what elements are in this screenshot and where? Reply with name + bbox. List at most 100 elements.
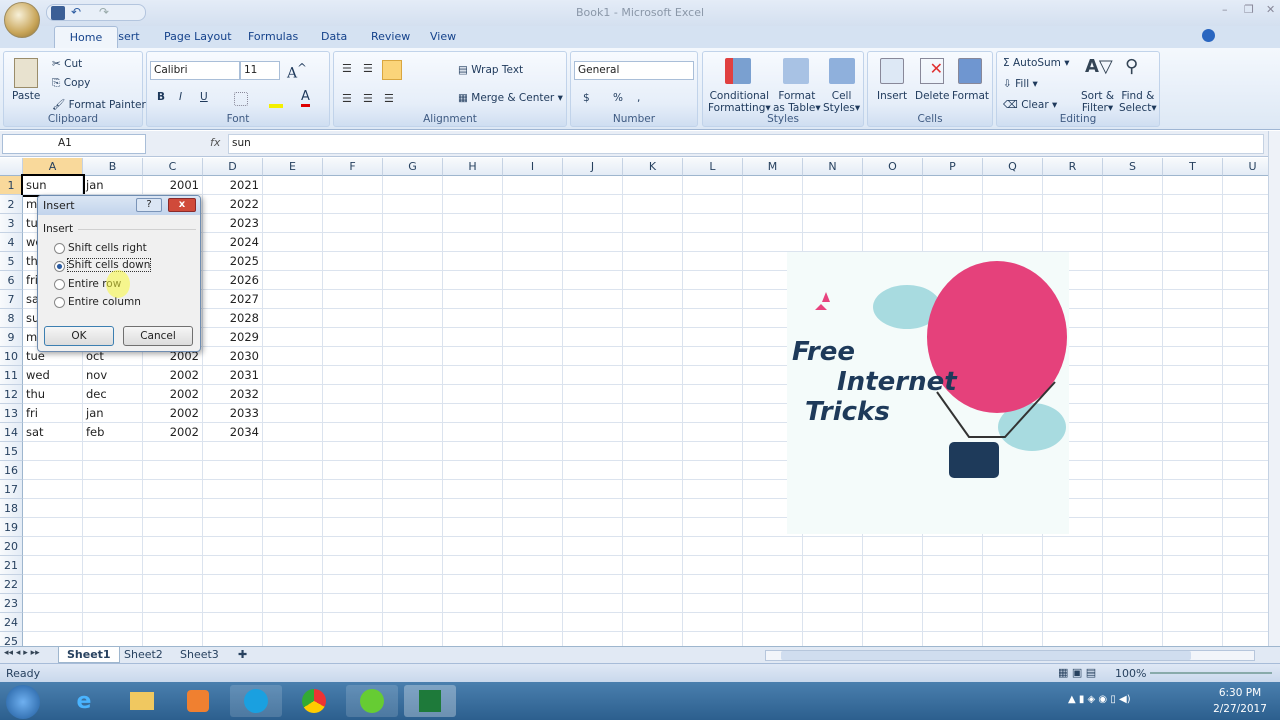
cell-f12[interactable]	[323, 385, 383, 404]
cell-b22[interactable]	[83, 575, 143, 594]
comma-button[interactable]: ,	[637, 92, 640, 104]
cell-i6[interactable]	[503, 271, 563, 290]
sheet-tab-sheet2[interactable]: Sheet2	[116, 647, 171, 663]
cell-i18[interactable]	[503, 499, 563, 518]
cell-f5[interactable]	[323, 252, 383, 271]
cell-r2[interactable]	[1043, 195, 1103, 214]
cell-l4[interactable]	[683, 233, 743, 252]
cell-g10[interactable]	[383, 347, 443, 366]
italic-button[interactable]: I	[179, 91, 182, 103]
cell-s1[interactable]	[1103, 176, 1163, 195]
horizontal-scrollbar[interactable]	[765, 650, 1255, 661]
cell-h6[interactable]	[443, 271, 503, 290]
row-header[interactable]: 4	[0, 233, 23, 252]
column-header-u[interactable]: U	[1223, 158, 1268, 176]
cell-c17[interactable]	[143, 480, 203, 499]
cell-u19[interactable]	[1223, 518, 1268, 537]
cell-o1[interactable]	[863, 176, 923, 195]
cell-e7[interactable]	[263, 290, 323, 309]
row-header[interactable]: 17	[0, 480, 23, 499]
cell-i10[interactable]	[503, 347, 563, 366]
cell-a11[interactable]: wed	[23, 366, 83, 385]
tab-data[interactable]: Data	[321, 30, 347, 43]
cell-f19[interactable]	[323, 518, 383, 537]
cell-f24[interactable]	[323, 613, 383, 632]
cell-u14[interactable]	[1223, 423, 1268, 442]
cell-p23[interactable]	[923, 594, 983, 613]
column-header-e[interactable]: E	[263, 158, 323, 176]
cancel-button[interactable]: Cancel	[123, 326, 193, 346]
cell-o3[interactable]	[863, 214, 923, 233]
cell-c21[interactable]	[143, 556, 203, 575]
ie-icon[interactable]: e	[58, 685, 110, 717]
cell-a12[interactable]: thu	[23, 385, 83, 404]
cell-h16[interactable]	[443, 461, 503, 480]
cell-l25[interactable]	[683, 632, 743, 646]
row-header[interactable]: 15	[0, 442, 23, 461]
cell-u3[interactable]	[1223, 214, 1268, 233]
cell-t6[interactable]	[1163, 271, 1223, 290]
cell-c23[interactable]	[143, 594, 203, 613]
shift-right-radio[interactable]	[54, 243, 65, 254]
cell-f25[interactable]	[323, 632, 383, 646]
cell-h11[interactable]	[443, 366, 503, 385]
cell-p2[interactable]	[923, 195, 983, 214]
column-header-a[interactable]: A	[23, 158, 83, 176]
office-button[interactable]	[4, 2, 40, 38]
cell-c1[interactable]: 2001	[143, 176, 203, 195]
cell-l23[interactable]	[683, 594, 743, 613]
cell-j18[interactable]	[563, 499, 623, 518]
cell-q25[interactable]	[983, 632, 1043, 646]
start-button[interactable]	[6, 685, 40, 719]
cell-l11[interactable]	[683, 366, 743, 385]
explorer-icon[interactable]	[116, 685, 168, 717]
cell-d24[interactable]	[203, 613, 263, 632]
formula-input[interactable]: sun	[228, 134, 1264, 154]
cell-d11[interactable]: 2031	[203, 366, 263, 385]
view-buttons-icon[interactable]: ▦ ▣ ▤	[1058, 666, 1096, 679]
cell-h15[interactable]	[443, 442, 503, 461]
cell-g18[interactable]	[383, 499, 443, 518]
close-icon[interactable]: ✕	[1266, 3, 1275, 16]
cell-s11[interactable]	[1103, 366, 1163, 385]
cell-m20[interactable]	[743, 537, 803, 556]
cell-o23[interactable]	[863, 594, 923, 613]
cell-h4[interactable]	[443, 233, 503, 252]
cell-d7[interactable]: 2027	[203, 290, 263, 309]
cell-e1[interactable]	[263, 176, 323, 195]
cell-u23[interactable]	[1223, 594, 1268, 613]
cell-i3[interactable]	[503, 214, 563, 233]
cell-r20[interactable]	[1043, 537, 1103, 556]
cell-i9[interactable]	[503, 328, 563, 347]
cell-t11[interactable]	[1163, 366, 1223, 385]
cell-g6[interactable]	[383, 271, 443, 290]
cell-f6[interactable]	[323, 271, 383, 290]
cell-d8[interactable]: 2028	[203, 309, 263, 328]
cell-h25[interactable]	[443, 632, 503, 646]
cell-l18[interactable]	[683, 499, 743, 518]
column-header-o[interactable]: O	[863, 158, 923, 176]
cell-a19[interactable]	[23, 518, 83, 537]
cell-h19[interactable]	[443, 518, 503, 537]
sheet-nav-icon[interactable]: ◂◂ ◂ ▸ ▸▸	[4, 648, 40, 658]
cell-f4[interactable]	[323, 233, 383, 252]
cell-t4[interactable]	[1163, 233, 1223, 252]
cell-l7[interactable]	[683, 290, 743, 309]
row-header[interactable]: 12	[0, 385, 23, 404]
find-select-button[interactable]: Find & Select▾	[1119, 90, 1157, 114]
tray-icons[interactable]: ▲ ▮ ◈ ◉ ▯ ◀)	[1068, 694, 1131, 705]
cell-k9[interactable]	[623, 328, 683, 347]
cell-a25[interactable]	[23, 632, 83, 646]
cell-j21[interactable]	[563, 556, 623, 575]
cell-b17[interactable]	[83, 480, 143, 499]
cell-p1[interactable]	[923, 176, 983, 195]
cell-j5[interactable]	[563, 252, 623, 271]
cell-d9[interactable]: 2029	[203, 328, 263, 347]
cell-c14[interactable]: 2002	[143, 423, 203, 442]
entire-row-radio[interactable]	[54, 279, 65, 290]
cell-u12[interactable]	[1223, 385, 1268, 404]
cell-e13[interactable]	[263, 404, 323, 423]
align-center-icon[interactable]: ☰	[363, 92, 373, 105]
fill-color-icon[interactable]	[269, 104, 283, 108]
cell-k17[interactable]	[623, 480, 683, 499]
